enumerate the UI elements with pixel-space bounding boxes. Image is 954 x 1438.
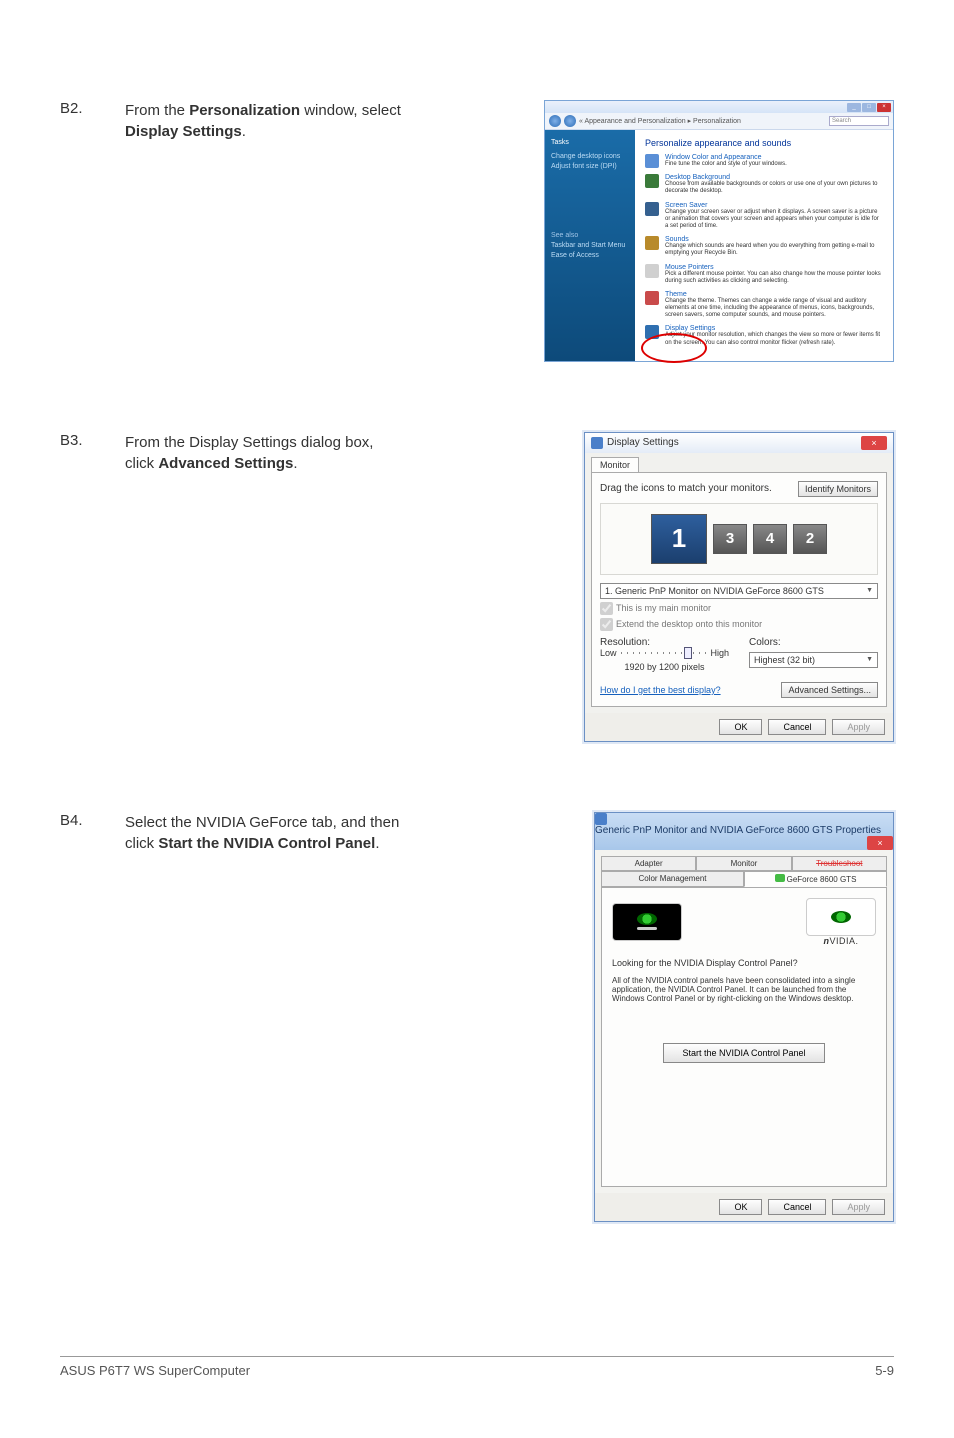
display-dialog-icon	[591, 437, 603, 449]
sidebar-link-desktop-icons[interactable]: Change desktop icons	[551, 152, 629, 162]
tasks-heading: Tasks	[551, 138, 629, 148]
window-titlebar: _ □ ×	[545, 101, 893, 113]
search-input[interactable]: Search	[829, 116, 889, 126]
link-desktop-background[interactable]: Desktop Background	[665, 174, 883, 181]
resolution-label: Resolution:	[600, 637, 729, 648]
footer-page-number: 5-9	[875, 1363, 894, 1378]
tab-troubleshoot[interactable]: Troubleshoot	[792, 856, 887, 871]
link-window-color[interactable]: Window Color and Appearance	[665, 154, 787, 161]
cancel-button[interactable]: Cancel	[768, 719, 826, 735]
nvidia-badge-dark	[612, 903, 682, 941]
main-monitor-checkbox	[600, 602, 613, 615]
monitor-3-icon[interactable]: 3	[713, 524, 747, 554]
nvidia-badge-light	[806, 898, 876, 936]
mouse-pointers-icon	[645, 264, 659, 278]
drag-instruction: Drag the icons to match your monitors.	[600, 483, 772, 494]
link-display-settings[interactable]: Display Settings	[665, 325, 883, 332]
maximize-button[interactable]: □	[862, 103, 876, 112]
tab-color-management[interactable]: Color Management	[601, 871, 744, 887]
tasks-sidebar: Tasks Change desktop icons Adjust font s…	[545, 130, 635, 361]
minimize-button[interactable]: _	[847, 103, 861, 112]
monitor-arrangement[interactable]: 1 3 4 2	[600, 503, 878, 575]
screen-saver-icon	[645, 202, 659, 216]
monitor-2-icon[interactable]: 2	[793, 524, 827, 554]
step-b3-text: From the Display Settings dialog box, cl…	[125, 432, 405, 742]
looking-for-text: Looking for the NVIDIA Display Control P…	[612, 958, 876, 968]
apply-button: Apply	[832, 719, 885, 735]
ok-button[interactable]: OK	[719, 1199, 762, 1215]
nvidia-eye-icon	[637, 913, 657, 925]
footer-product: ASUS P6T7 WS SuperComputer	[60, 1363, 250, 1378]
display-dialog-title: Display Settings	[607, 437, 679, 448]
window-color-icon	[645, 154, 659, 168]
breadcrumb[interactable]: « Appearance and Personalization ▸ Perso…	[579, 117, 826, 125]
description-text: All of the NVIDIA control panels have be…	[612, 976, 876, 1003]
tab-monitor[interactable]: Monitor	[591, 457, 639, 472]
properties-dialog-icon	[595, 813, 607, 825]
step-b4-label: B4.	[60, 812, 105, 1222]
help-link[interactable]: How do I get the best display?	[600, 685, 721, 695]
resolution-slider[interactable]: Low High	[600, 648, 729, 658]
tab-geforce[interactable]: GeForce 8600 GTS	[744, 871, 887, 887]
colors-label: Colors:	[749, 637, 878, 648]
desktop-background-icon	[645, 174, 659, 188]
step-b3-label: B3.	[60, 432, 105, 742]
identify-monitors-button[interactable]: Identify Monitors	[798, 481, 878, 497]
step-b2-label: B2.	[60, 100, 105, 362]
display-settings-dialog: Display Settings × Monitor Drag the icon…	[584, 432, 894, 742]
personalization-window: _ □ × « Appearance and Personalization ▸…	[544, 100, 894, 362]
nvidia-logo-text: nVIDIA.	[806, 936, 876, 946]
sidebar-link-font-size[interactable]: Adjust font size (DPI)	[551, 162, 629, 172]
link-screen-saver[interactable]: Screen Saver	[665, 202, 883, 209]
personalize-heading: Personalize appearance and sounds	[645, 138, 883, 148]
monitor-4-icon[interactable]: 4	[753, 524, 787, 554]
step-b2-text: From the Personalization window, select …	[125, 100, 405, 362]
colors-select[interactable]: Highest (32 bit)▼	[749, 652, 878, 668]
theme-icon	[645, 291, 659, 305]
tab-monitor[interactable]: Monitor	[696, 856, 791, 871]
see-also-heading: See also	[551, 231, 629, 241]
extend-desktop-checkbox	[600, 618, 613, 631]
nvidia-eye-icon	[831, 911, 851, 923]
step-b4-text: Select the NVIDIA GeForce tab, and then …	[125, 812, 405, 1222]
monitor-1-icon[interactable]: 1	[651, 514, 707, 564]
sidebar-link-taskbar[interactable]: Taskbar and Start Menu	[551, 241, 629, 251]
link-sounds[interactable]: Sounds	[665, 236, 883, 243]
resolution-value: 1920 by 1200 pixels	[600, 662, 729, 672]
sidebar-link-ease-of-access[interactable]: Ease of Access	[551, 251, 629, 261]
properties-dialog-title: Generic PnP Monitor and NVIDIA GeForce 8…	[595, 825, 881, 836]
monitor-select[interactable]: 1. Generic PnP Monitor on NVIDIA GeForce…	[600, 583, 878, 599]
tab-adapter[interactable]: Adapter	[601, 856, 696, 871]
nvidia-tab-icon	[775, 874, 785, 882]
close-button[interactable]: ×	[861, 436, 887, 450]
monitor-properties-dialog: Generic PnP Monitor and NVIDIA GeForce 8…	[594, 812, 894, 1222]
link-theme[interactable]: Theme	[665, 291, 883, 298]
nav-forward-icon[interactable]	[564, 115, 576, 127]
cancel-button[interactable]: Cancel	[768, 1199, 826, 1215]
nav-back-icon[interactable]	[549, 115, 561, 127]
close-button[interactable]: ×	[877, 103, 891, 112]
ok-button[interactable]: OK	[719, 719, 762, 735]
sounds-icon	[645, 236, 659, 250]
link-mouse-pointers[interactable]: Mouse Pointers	[665, 264, 883, 271]
start-nvidia-control-panel-button[interactable]: Start the NVIDIA Control Panel	[663, 1043, 824, 1063]
apply-button: Apply	[832, 1199, 885, 1215]
highlight-circle	[641, 333, 707, 363]
close-button[interactable]: ×	[867, 836, 893, 850]
advanced-settings-button[interactable]: Advanced Settings...	[781, 682, 878, 698]
